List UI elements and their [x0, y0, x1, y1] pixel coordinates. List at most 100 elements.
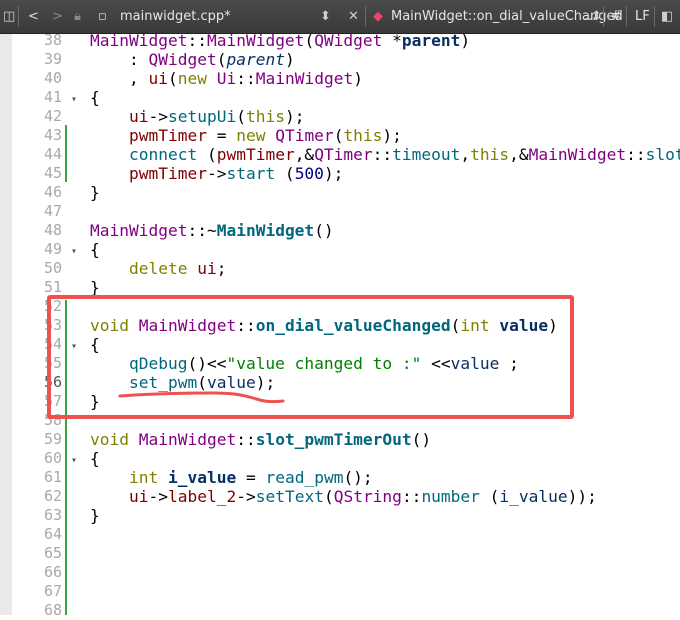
split-editor-icon[interactable]: ◧: [661, 0, 673, 33]
token: MainWidget: [90, 221, 188, 240]
line-number: 67: [43, 582, 62, 600]
token: ->: [206, 164, 227, 183]
line-number: 41: [43, 88, 62, 106]
token: MainWidget: [255, 69, 354, 88]
close-document-icon[interactable]: ✕: [348, 0, 359, 33]
open-document-name[interactable]: mainwidget.cpp*: [120, 0, 231, 33]
token: );: [284, 107, 305, 126]
token: =: [206, 126, 237, 145]
code-line-50: delete ui;: [90, 259, 226, 278]
token: QWidget: [148, 50, 217, 69]
token: (: [216, 50, 227, 69]
token: ,: [90, 69, 149, 88]
bookmark-strip[interactable]: [0, 34, 12, 615]
token: QTimer: [275, 126, 334, 145]
code-line-41: {: [90, 88, 100, 107]
token: ::: [236, 69, 256, 88]
token: MainWidget: [90, 31, 188, 50]
line-number: 40: [43, 69, 62, 87]
file-icon: ▫: [98, 9, 107, 24]
fold-marker-icon[interactable]: ▾: [71, 451, 81, 470]
token: delete: [128, 259, 188, 278]
code-line-48: MainWidget::~MainWidget(): [90, 221, 334, 240]
token: {: [90, 449, 100, 468]
token: MainWidget: [138, 430, 237, 449]
token: ): [353, 69, 363, 88]
code-line-39: : QWidget(parent): [90, 50, 295, 69]
token: this: [343, 126, 383, 145]
preprocessor-button[interactable]: #: [611, 0, 622, 33]
line-number: 68: [43, 601, 62, 619]
token: *: [382, 31, 402, 50]
token: (: [167, 69, 178, 88]
code-line-45: pwmTimer->start (500);: [90, 164, 343, 183]
line-number: 61: [43, 468, 62, 486]
token: pwmTimer: [128, 126, 207, 145]
token: int: [128, 468, 159, 487]
token: parent: [226, 50, 285, 69]
token: ,&: [294, 145, 315, 164]
token: ): [284, 50, 295, 69]
token: ));: [567, 487, 597, 506]
token: ::: [236, 430, 256, 449]
split-toggle-icon[interactable]: ◫: [3, 0, 15, 33]
token: ui: [128, 107, 149, 126]
token: label_2: [167, 487, 237, 506]
token: QTimer: [314, 145, 373, 164]
toolbar-divider: [654, 6, 655, 27]
toolbar-divider: [18, 6, 19, 27]
line-number: 43: [43, 126, 62, 144]
token: 500: [294, 164, 324, 183]
line-number: 65: [43, 544, 62, 562]
fold-marker-icon[interactable]: ▾: [71, 90, 81, 109]
token: ,&: [509, 145, 529, 164]
code-line-38: MainWidget::MainWidget(QWidget *parent): [90, 31, 470, 50]
token: QWidget: [314, 31, 383, 50]
line-number: 49: [43, 240, 62, 258]
token: this: [470, 145, 510, 164]
line-number: 44: [43, 145, 62, 163]
token: (: [333, 126, 344, 145]
toolbar-divider: [603, 6, 604, 27]
code-line-43: pwmTimer = new QTimer(this);: [90, 126, 402, 145]
nav-forward-button[interactable]: >: [52, 0, 63, 33]
token: );: [323, 164, 344, 183]
token: slot_: [645, 145, 680, 164]
token: :: [90, 50, 149, 69]
line-number: 50: [43, 259, 62, 277]
line-number: 64: [43, 525, 62, 543]
token: this: [245, 107, 285, 126]
nav-back-button[interactable]: <: [28, 0, 39, 33]
token: }: [90, 183, 100, 202]
token: ::: [372, 145, 393, 164]
token: timeout: [392, 145, 461, 164]
token: ui: [128, 487, 149, 506]
red-underline-scribble: [118, 391, 285, 404]
symbols-dropdown-icon[interactable]: ⬍: [591, 0, 602, 33]
code-line-61: int i_value = read_pwm();: [90, 468, 373, 487]
open-docs-dropdown-icon[interactable]: ⬍: [320, 0, 331, 33]
token: setText: [255, 487, 324, 506]
line-number: 62: [43, 487, 62, 505]
token: new: [177, 69, 207, 88]
code-line-40: , ui(new Ui::MainWidget): [90, 69, 363, 88]
line-ending-selector[interactable]: LF: [635, 0, 650, 33]
token: MainWidget: [528, 145, 627, 164]
token: slot_pwmTimerOut: [255, 430, 412, 449]
code-line-46: }: [90, 183, 100, 202]
token: (): [314, 221, 334, 240]
token: start: [226, 164, 276, 183]
line-number: 47: [43, 202, 62, 220]
token: (: [304, 31, 315, 50]
fold-marker-icon[interactable]: ▾: [71, 242, 81, 261]
token: Ui: [216, 69, 237, 88]
toolbar-divider: [365, 6, 366, 27]
